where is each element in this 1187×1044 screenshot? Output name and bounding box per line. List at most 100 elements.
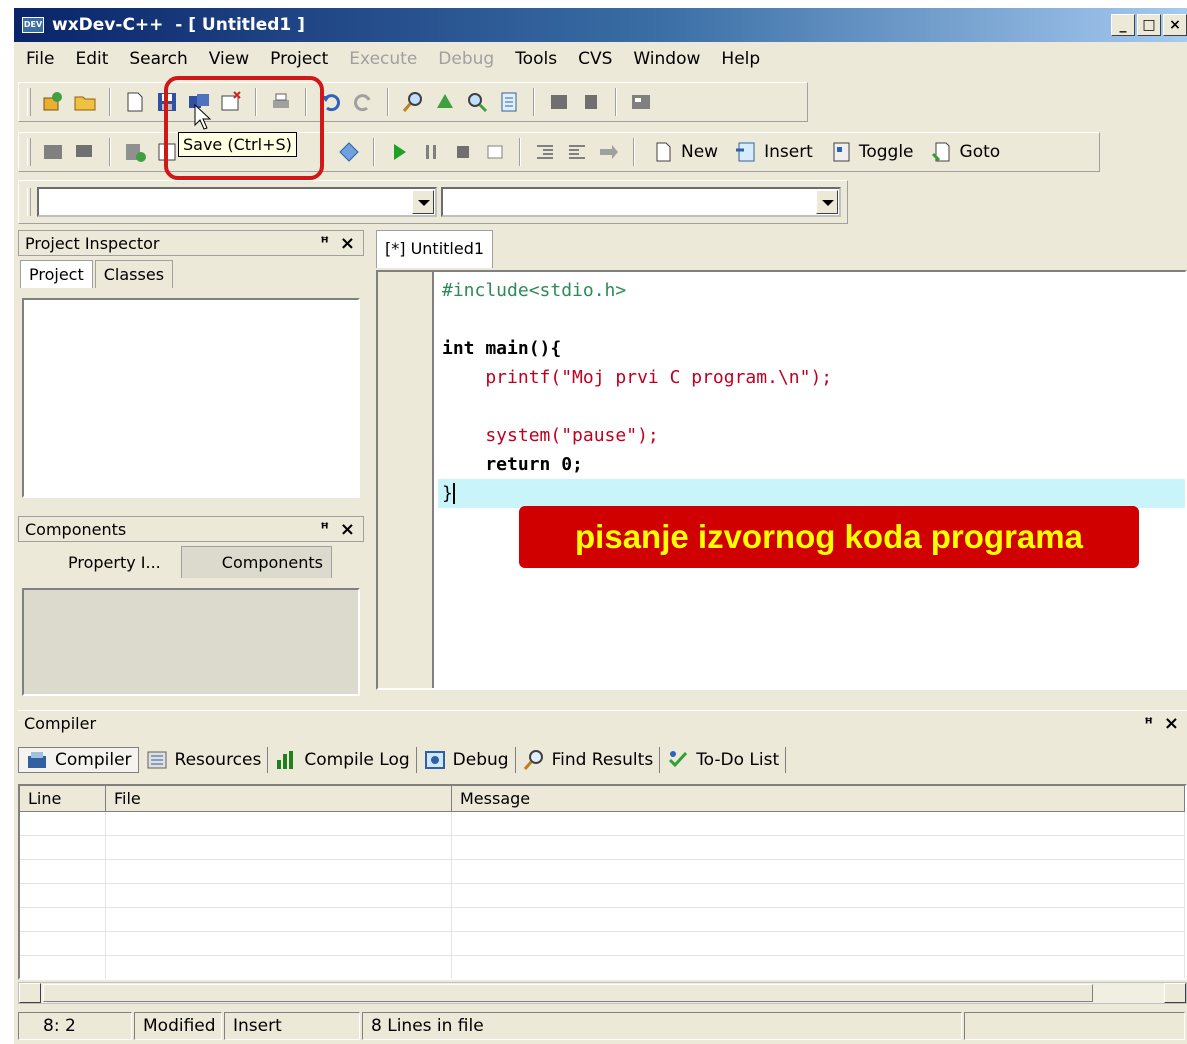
table-row[interactable]: [20, 860, 1185, 884]
minimize-button[interactable]: _: [1111, 14, 1135, 36]
redo-icon[interactable]: [350, 89, 376, 115]
menu-view[interactable]: View: [197, 49, 258, 69]
find-next-icon[interactable]: [464, 89, 490, 115]
close-button[interactable]: ×: [1163, 14, 1187, 36]
menu-search[interactable]: Search: [117, 49, 196, 69]
menu-cvs[interactable]: CVS: [566, 49, 621, 69]
scroll-left-icon[interactable]: [19, 983, 41, 1003]
class-browser-icon[interactable]: [40, 139, 66, 165]
status-line-count: 8 Lines in file: [362, 1012, 962, 1040]
debug-diamond-icon[interactable]: [336, 139, 362, 165]
menu-edit[interactable]: Edit: [63, 49, 117, 69]
unindent-icon[interactable]: [564, 139, 590, 165]
maximize-button[interactable]: □: [1137, 14, 1161, 36]
compiler-tabs: Compiler Resources Compile Log Debug Fin…: [18, 742, 787, 778]
close-icon[interactable]: ×: [1164, 713, 1179, 734]
code-line: printf("Moj prvi C program.\n");: [442, 367, 833, 388]
table-row[interactable]: [20, 884, 1185, 908]
toggle-bookmark-button[interactable]: Toggle: [829, 140, 914, 164]
new-page-icon: [656, 142, 671, 162]
scroll-right-icon[interactable]: [1164, 983, 1186, 1003]
find-icon[interactable]: [400, 89, 426, 115]
chevron-down-icon[interactable]: [816, 190, 838, 214]
code-line: return 0;: [442, 454, 583, 475]
insert-label: Insert: [764, 142, 813, 162]
tab-untitled1[interactable]: [*] Untitled1: [376, 230, 494, 268]
insert-icon: [736, 142, 755, 162]
tab-compile-log[interactable]: Compile Log: [268, 747, 417, 773]
menu-help[interactable]: Help: [709, 49, 769, 69]
goto-line-icon[interactable]: [496, 89, 522, 115]
title-bar[interactable]: DEV wxDev-C++ - [ Untitled1 ] _ □ ×: [14, 8, 1187, 42]
tab-debug[interactable]: Debug: [417, 747, 516, 773]
ide-window: DEV wxDev-C++ - [ Untitled1 ] _ □ × File…: [14, 8, 1187, 1044]
table-row[interactable]: [20, 956, 1185, 978]
pause-icon[interactable]: [418, 139, 444, 165]
tab-components[interactable]: Components: [180, 546, 332, 578]
replace-icon[interactable]: [432, 89, 458, 115]
components-list[interactable]: [22, 588, 360, 696]
table-row[interactable]: [20, 812, 1185, 836]
tab-property-inspector[interactable]: Property I...: [20, 547, 179, 578]
tab-resources[interactable]: Resources: [139, 747, 269, 773]
project-options-icon[interactable]: [628, 89, 654, 115]
toolbar-grip[interactable]: [27, 138, 31, 166]
column-file[interactable]: File: [106, 786, 452, 811]
close-icon[interactable]: ×: [340, 519, 355, 540]
tab-todo-list[interactable]: To-Do List: [660, 747, 787, 773]
compile-icon[interactable]: [122, 139, 148, 165]
remove-from-project-icon[interactable]: [578, 89, 604, 115]
compiler-header: Compiler ꟸ ×: [18, 710, 1187, 736]
add-to-project-icon[interactable]: [546, 89, 572, 115]
project-tree[interactable]: [22, 298, 360, 498]
code-editor[interactable]: #include<stdio.h> int main(){ printf("Mo…: [376, 270, 1187, 690]
new-bookmark-button[interactable]: New: [651, 140, 718, 164]
member-combo[interactable]: [441, 187, 841, 217]
chevron-down-icon[interactable]: [412, 190, 434, 214]
tab-classes[interactable]: Classes: [94, 260, 174, 288]
menu-window[interactable]: Window: [621, 49, 709, 69]
close-icon[interactable]: ×: [340, 233, 355, 254]
column-message[interactable]: Message: [452, 786, 1185, 811]
mouse-cursor-icon: [194, 104, 212, 130]
horizontal-scrollbar[interactable]: [18, 982, 1187, 1004]
class-combo[interactable]: [37, 187, 437, 217]
table-row[interactable]: [20, 932, 1185, 956]
toolbar-grip[interactable]: [27, 188, 31, 216]
new-project-icon[interactable]: [40, 89, 66, 115]
code-line: int main(){: [442, 338, 562, 359]
tab-compiler[interactable]: Compiler: [18, 747, 139, 773]
indent-icon[interactable]: [532, 139, 558, 165]
grid-header: Line File Message: [20, 786, 1185, 812]
play-icon[interactable]: [386, 139, 412, 165]
pin-icon[interactable]: ꟸ: [1144, 716, 1153, 732]
class-member-bar: [18, 180, 848, 224]
toolbar-grip[interactable]: [27, 88, 31, 116]
flag-icon[interactable]: [72, 139, 98, 165]
step-icon[interactable]: [482, 139, 508, 165]
tab-project[interactable]: Project: [20, 260, 93, 288]
pin-icon[interactable]: ꟸ: [320, 521, 329, 537]
pin-icon[interactable]: ꟸ: [320, 235, 329, 251]
menu-project[interactable]: Project: [258, 49, 337, 69]
stop-icon[interactable]: [450, 139, 476, 165]
menu-tools[interactable]: Tools: [503, 49, 566, 69]
toggle-arrow-icon[interactable]: [596, 139, 622, 165]
new-file-icon[interactable]: [122, 89, 148, 115]
menu-execute[interactable]: Execute: [337, 49, 426, 69]
scrollbar-thumb[interactable]: [43, 984, 1093, 1002]
compiler-messages-grid[interactable]: Line File Message: [18, 784, 1187, 980]
code-line: #include<stdio.h>: [442, 280, 627, 301]
insert-button[interactable]: Insert: [734, 140, 813, 164]
open-folder-icon[interactable]: [72, 89, 98, 115]
resources-icon: [147, 751, 167, 769]
toggle-bookmark-icon: [833, 142, 850, 162]
menu-file[interactable]: File: [14, 49, 63, 69]
menu-debug[interactable]: Debug: [426, 49, 503, 69]
table-row[interactable]: [20, 836, 1185, 860]
goto-bookmark-button[interactable]: Goto: [930, 140, 1000, 164]
column-line[interactable]: Line: [20, 786, 106, 811]
code-area[interactable]: #include<stdio.h> int main(){ printf("Mo…: [438, 276, 1185, 508]
table-row[interactable]: [20, 908, 1185, 932]
tab-find-results[interactable]: Find Results: [516, 747, 661, 773]
